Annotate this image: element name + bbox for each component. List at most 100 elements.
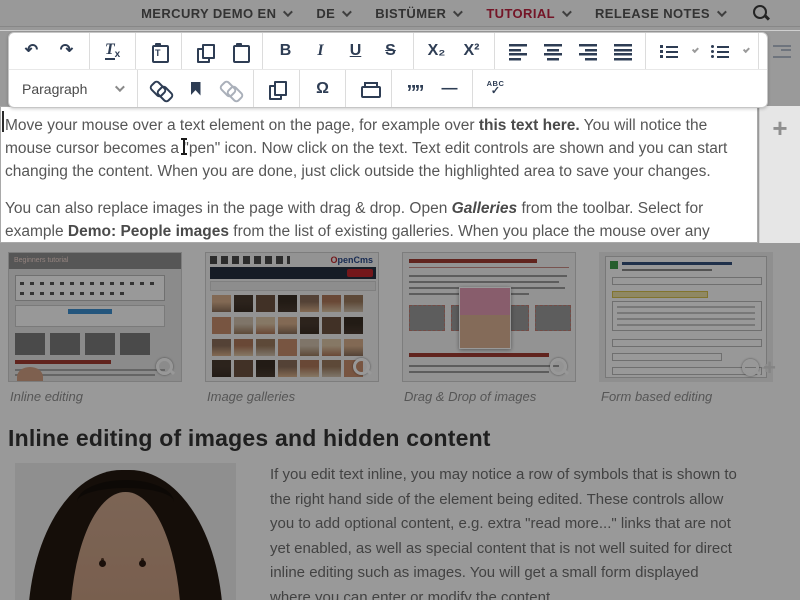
ibeam-cursor xyxy=(183,139,185,154)
paragraph-format-dropdown[interactable]: Paragraph xyxy=(14,72,132,105)
toolbar-group: Paragraph xyxy=(9,70,138,107)
numbered-list-button[interactable] xyxy=(651,35,686,68)
mini-toolbar xyxy=(15,275,165,301)
portrait-photo xyxy=(15,463,236,600)
special-character-button[interactable]: Ω xyxy=(305,72,340,105)
text-segment: If you edit text inline, you may notice … xyxy=(270,466,737,600)
copy-icon xyxy=(197,44,212,59)
redo-icon: ↷ xyxy=(60,43,73,59)
nav-item-label: TUTORIAL xyxy=(486,6,555,21)
italic-button[interactable]: I xyxy=(303,35,338,68)
anchor-icon xyxy=(191,82,201,96)
horizontal-rule-button[interactable]: — xyxy=(432,72,467,105)
chevron-down-icon xyxy=(743,46,750,53)
article: If you edit text inline, you may notice … xyxy=(0,463,800,600)
bullet-list-icon xyxy=(711,44,729,59)
clear-formatting-icon: Tx xyxy=(105,42,120,60)
nav-items: MERCURY DEMO EN DE BISTÜMER TUTORIAL RELEASE… xyxy=(141,6,724,21)
numbered-list-options-chevron[interactable] xyxy=(686,35,702,68)
mini-subheading xyxy=(409,353,549,357)
toolbar-group: ””— xyxy=(392,70,473,107)
tutorial-thumbnails: Beginners tutorial Inline editing OpenCm… xyxy=(0,243,800,404)
align-left-button[interactable] xyxy=(500,35,535,68)
mini-window-title: Beginners tutorial xyxy=(9,253,181,269)
paragraph: Move your mouse over a text element on t… xyxy=(5,114,743,183)
toolbar-group xyxy=(346,70,392,107)
insert-link-button[interactable] xyxy=(143,72,178,105)
thumbnail-drag-drop[interactable]: Drag & Drop of images xyxy=(402,252,576,404)
underline-button[interactable]: U xyxy=(338,35,373,68)
nav-item-tutorial[interactable]: TUTORIAL xyxy=(486,6,569,21)
thumbnail-mockup xyxy=(402,252,576,382)
italic-icon: I xyxy=(317,43,323,59)
bullet-list-options-chevron[interactable] xyxy=(737,35,753,68)
add-content-button[interactable]: + xyxy=(772,115,787,141)
nav-item-mercury-demo-en[interactable]: MERCURY DEMO EN xyxy=(141,6,290,21)
strikethrough-button[interactable]: S xyxy=(373,35,408,68)
spellcheck-icon: ABC✓ xyxy=(487,80,505,98)
nav-item-release-notes[interactable]: RELEASE NOTES xyxy=(595,6,724,21)
unlink-icon xyxy=(222,80,240,98)
clear-formatting-button[interactable]: Tx xyxy=(95,35,130,68)
blockquote-button[interactable]: ”” xyxy=(397,72,432,105)
thumbnail-image-galleries[interactable]: OpenCms Image galleries xyxy=(205,252,379,404)
toolbar-group xyxy=(646,33,759,69)
text-segment: Galleries xyxy=(452,200,518,217)
redo-button[interactable]: ↷ xyxy=(49,35,84,68)
rich-text-editor[interactable]: Move your mouse over a text element on t… xyxy=(0,106,758,243)
nav-item-de[interactable]: DE xyxy=(316,6,349,21)
add-content-button-dimmed[interactable]: + xyxy=(763,355,776,381)
article-text: If you edit text inline, you may notice … xyxy=(270,463,742,600)
text-caret xyxy=(2,111,4,132)
thumbnail-inline-editing[interactable]: Beginners tutorial Inline editing xyxy=(8,252,182,404)
bold-icon: B xyxy=(280,43,292,59)
zoom-icon xyxy=(550,358,565,373)
paragraph: You can also replace images in the page … xyxy=(5,197,743,243)
align-right-button[interactable] xyxy=(570,35,605,68)
align-justify-button[interactable] xyxy=(605,35,640,68)
thumbnail-form-editing[interactable]: + Form based editing xyxy=(599,252,773,404)
outdent-icon xyxy=(773,44,791,59)
mini-thumbs xyxy=(15,333,150,355)
mini-text-block xyxy=(15,305,165,327)
site-header: MERCURY DEMO EN DE BISTÜMER TUTORIAL RELEASE… xyxy=(0,0,800,31)
bold-button[interactable]: B xyxy=(268,35,303,68)
align-center-button[interactable] xyxy=(535,35,570,68)
toolbar-group: T xyxy=(136,33,182,69)
toolbar-group: B IUS xyxy=(263,33,414,69)
paste-as-text-button[interactable]: T xyxy=(141,35,176,68)
toolbar-group: ↶↷ xyxy=(9,33,90,69)
print-icon xyxy=(361,82,377,96)
thumbnail-mockup: Beginners tutorial xyxy=(8,252,182,382)
chevron-down-icon xyxy=(453,7,463,17)
paste-text-icon: T xyxy=(152,43,166,59)
spellcheck-button[interactable]: ABC✓ xyxy=(478,72,513,105)
subscript-button[interactable]: X₂ xyxy=(419,35,454,68)
thumbnail-caption: Image galleries xyxy=(205,389,379,404)
select-file-button[interactable] xyxy=(259,72,294,105)
nav-item-bist-mer[interactable]: BISTÜMER xyxy=(375,6,460,21)
link-icon xyxy=(152,80,170,98)
toolbar-group: ABC✓ xyxy=(473,70,518,107)
chevron-down-icon xyxy=(342,7,352,17)
superscript-button[interactable]: X² xyxy=(454,35,489,68)
omega-icon: Ω xyxy=(316,81,329,97)
page-content: Beginners tutorial Inline editing OpenCm… xyxy=(0,243,800,600)
thumbnail-mockup: + xyxy=(599,252,773,382)
numbered-list-icon xyxy=(660,44,678,59)
print-button[interactable] xyxy=(351,72,386,105)
toolbar-group: Ω xyxy=(300,70,346,107)
outdent-button xyxy=(764,35,799,68)
search-icon[interactable] xyxy=(750,2,772,24)
edit-point-strip: + xyxy=(759,106,800,243)
mini-icons xyxy=(210,256,290,264)
anchor-button[interactable] xyxy=(178,72,213,105)
paragraph-format-label: Paragraph xyxy=(22,81,87,97)
undo-button[interactable]: ↶ xyxy=(14,35,49,68)
copy-button[interactable] xyxy=(187,35,222,68)
paste-button[interactable] xyxy=(222,35,257,68)
editor-toolbar: ↶↷TxTBIUSX₂X²<> ParagraphΩ””—ABC✓ xyxy=(8,32,768,108)
bullet-list-button[interactable] xyxy=(702,35,737,68)
nav-item-label: MERCURY DEMO EN xyxy=(141,6,276,21)
superscript-icon: X² xyxy=(464,43,480,59)
